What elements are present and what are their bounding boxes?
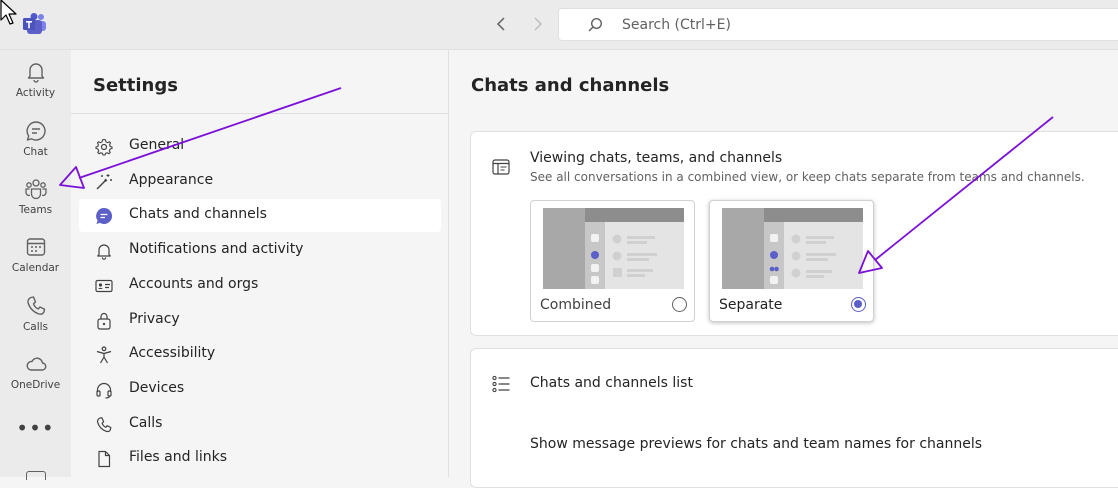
chats-list-card-title: Chats and channels list — [530, 375, 693, 391]
settings-item-label: Devices — [129, 380, 185, 396]
settings-item-privacy[interactable]: Privacy — [79, 304, 441, 337]
divider — [71, 113, 448, 114]
gear-icon — [95, 138, 113, 156]
teams-icon — [24, 179, 47, 200]
rail-item-teams[interactable]: Teams — [0, 177, 71, 233]
combined-option-label: Combined — [540, 297, 612, 313]
rail-label-teams: Teams — [18, 204, 53, 216]
title-bar: Search (Ctrl+E) — [0, 0, 1118, 50]
settings-item-accounts[interactable]: Accounts and orgs — [79, 269, 441, 302]
list-icon — [492, 375, 510, 393]
settings-item-label: General — [129, 137, 185, 153]
settings-title: Settings — [93, 75, 178, 96]
separate-option-label: Separate — [719, 297, 783, 313]
separate-preview-image — [722, 208, 863, 289]
teams-logo-icon — [23, 13, 46, 34]
app-rail: Activity Chat Teams Calendar Calls OneDr… — [0, 50, 71, 480]
settings-item-devices[interactable]: Devices — [79, 373, 441, 406]
settings-item-accessibility[interactable]: Accessibility — [79, 338, 441, 371]
settings-item-label: Notifications and activity — [129, 241, 304, 257]
layout-icon — [492, 159, 510, 175]
separate-radio[interactable] — [851, 297, 866, 312]
settings-item-calls[interactable]: Calls — [79, 408, 441, 441]
magic-wand-icon — [96, 174, 112, 190]
document-icon — [98, 450, 111, 468]
rail-item-chat[interactable]: Chat — [0, 119, 71, 175]
settings-item-label: Accessibility — [129, 345, 216, 361]
headset-icon — [96, 382, 112, 399]
lock-icon — [97, 312, 111, 330]
combined-option[interactable]: Combined — [530, 200, 695, 322]
viewing-card-title: Viewing chats, teams, and channels — [530, 150, 783, 166]
calendar-icon — [26, 238, 45, 256]
content-panel: Chats and channels Viewing chats, teams,… — [449, 50, 1118, 488]
settings-item-label: Calls — [129, 415, 163, 431]
chat-bubble-icon — [96, 207, 113, 224]
rail-item-activity[interactable]: Activity — [0, 60, 71, 116]
rail-item-calendar[interactable]: Calendar — [0, 235, 71, 291]
message-preview-setting: Show message previews for chats and team… — [530, 436, 983, 452]
search-icon — [588, 17, 603, 32]
phone-icon — [26, 296, 45, 315]
rail-label-calls: Calls — [22, 321, 49, 333]
bell-icon — [97, 244, 111, 260]
search-input[interactable]: Search (Ctrl+E) — [558, 8, 1118, 41]
settings-item-label: Appearance — [129, 172, 214, 188]
more-apps-button[interactable]: ••• — [0, 416, 71, 440]
settings-item-label: Privacy — [129, 311, 180, 327]
settings-item-appearance[interactable]: Appearance — [79, 165, 441, 198]
settings-panel: Settings General Appearance Chats and ch… — [71, 50, 449, 477]
apps-icon[interactable] — [26, 471, 46, 480]
accessibility-icon — [96, 346, 112, 364]
settings-item-notifications[interactable]: Notifications and activity — [79, 234, 441, 267]
back-button[interactable] — [492, 14, 512, 34]
settings-item-label: Files and links — [129, 449, 228, 465]
chat-icon — [25, 121, 46, 141]
bell-icon — [27, 63, 44, 83]
rail-item-calls[interactable]: Calls — [0, 294, 71, 350]
page-title: Chats and channels — [471, 75, 670, 96]
viewing-card-description: See all conversations in a combined view… — [530, 170, 1085, 184]
rail-label-activity: Activity — [15, 87, 56, 99]
separate-option[interactable]: Separate — [709, 200, 874, 322]
rail-label-onedrive: OneDrive — [10, 379, 61, 391]
rail-item-onedrive[interactable]: OneDrive — [0, 352, 71, 408]
contact-card-icon — [95, 279, 113, 293]
settings-item-label: Accounts and orgs — [129, 276, 259, 292]
viewing-settings-card: Viewing chats, teams, and channels See a… — [470, 131, 1118, 336]
combined-radio[interactable] — [672, 297, 687, 312]
forward-button[interactable] — [527, 14, 547, 34]
rail-label-chat: Chat — [23, 146, 48, 158]
settings-item-label: Chats and channels — [129, 206, 267, 222]
chats-list-card: Chats and channels list Show message pre… — [470, 348, 1118, 488]
settings-item-files[interactable]: Files and links — [79, 442, 441, 475]
phone-icon — [96, 417, 112, 433]
rail-label-calendar: Calendar — [11, 262, 60, 274]
settings-item-chats-and-channels[interactable]: Chats and channels — [79, 199, 441, 232]
cloud-icon — [26, 357, 46, 371]
combined-preview-image — [543, 208, 684, 289]
search-placeholder: Search (Ctrl+E) — [622, 17, 731, 33]
settings-item-general[interactable]: General — [79, 130, 441, 163]
